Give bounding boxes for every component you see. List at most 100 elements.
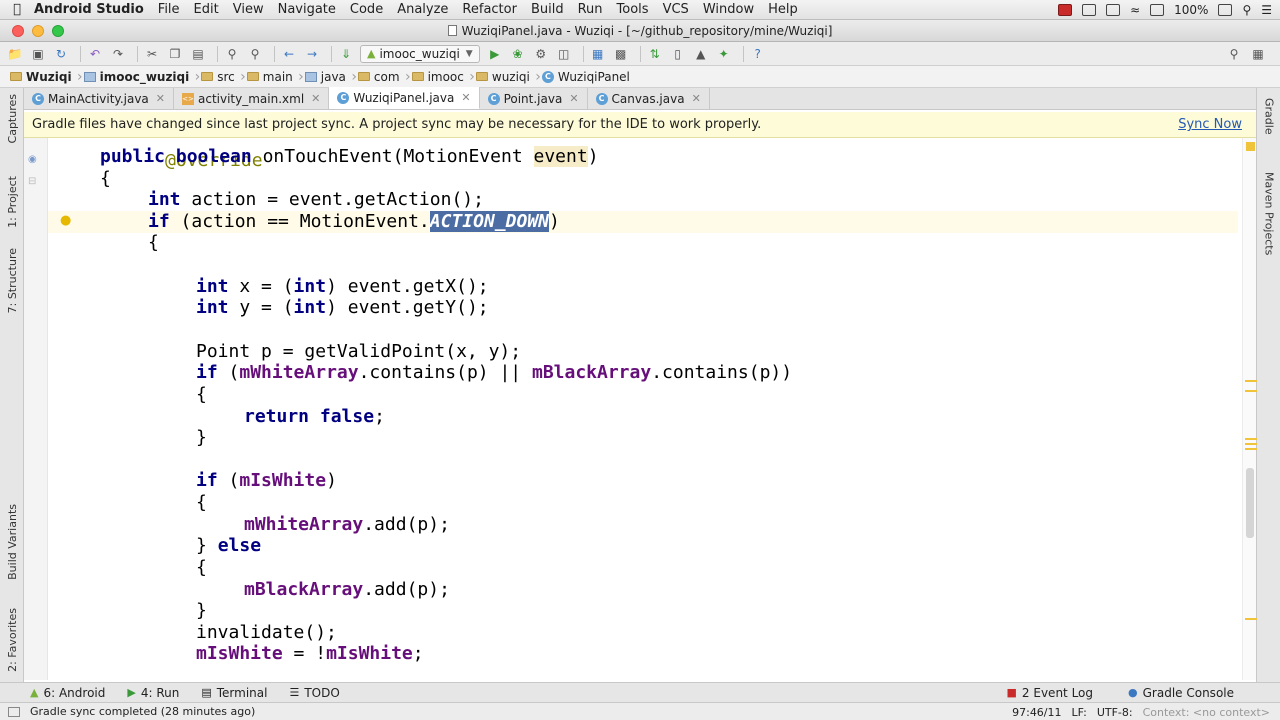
menu-edit[interactable]: Edit	[194, 2, 219, 17]
tool-gradle[interactable]: Gradle	[1257, 98, 1280, 135]
breadcrumb-item-class[interactable]: C WuziqiPanel	[538, 69, 636, 85]
bug-icon[interactable]: ❀	[509, 45, 527, 63]
tab-wuziqipanel[interactable]: C WuziqiPanel.java ✕	[329, 87, 480, 109]
tool-todo[interactable]: ☰ TODO	[289, 686, 339, 700]
code-editor[interactable]: ◉ ⊟ ● @Override public boolean onTouchEv…	[24, 138, 1256, 680]
tool-terminal[interactable]: ▤ Terminal	[201, 686, 267, 700]
breadcrumb-item-wuziqi[interactable]: wuziqi	[472, 69, 541, 85]
breadcrumb-item-module[interactable]: imooc_wuziqi	[80, 69, 200, 85]
menu-view[interactable]: View	[233, 2, 264, 17]
tool-run[interactable]: ▶ 4: Run	[127, 686, 179, 700]
error-stripe[interactable]	[1242, 138, 1257, 680]
find-icon[interactable]: ⚲	[223, 45, 241, 63]
override-marker-icon[interactable]: ◉	[28, 154, 37, 165]
paste-icon[interactable]: ▤	[189, 45, 207, 63]
android-device-icon[interactable]: ▲	[692, 45, 710, 63]
menu-window[interactable]: Window	[703, 2, 754, 17]
device-monitor-icon[interactable]: ◫	[555, 45, 573, 63]
close-window-button[interactable]	[12, 25, 24, 37]
menu-file[interactable]: File	[158, 2, 180, 17]
sync-icon[interactable]: ↻	[52, 45, 70, 63]
battery-level[interactable]: 100%	[1174, 3, 1208, 17]
tab-mainactivity[interactable]: C MainActivity.java ✕	[24, 88, 174, 109]
file-encoding[interactable]: UTF-8:	[1097, 706, 1133, 719]
back-icon[interactable]: ←	[280, 45, 298, 63]
layout-icon[interactable]: ▦	[1249, 45, 1267, 63]
menu-tools[interactable]: Tools	[617, 2, 649, 17]
notification-center-icon[interactable]: ☰	[1261, 3, 1272, 17]
sync-now-link[interactable]: Sync Now	[1178, 117, 1242, 132]
lightbulb-icon[interactable]: ●	[60, 213, 71, 228]
breadcrumb-item-main[interactable]: main	[243, 69, 304, 85]
tab-canvas[interactable]: C Canvas.java ✕	[587, 88, 710, 109]
editor-gutter[interactable]: ◉ ⊟	[24, 138, 48, 680]
android-monitor-icon[interactable]: ✦	[715, 45, 733, 63]
record-icon[interactable]	[1058, 4, 1073, 16]
line-separator[interactable]: LF:	[1072, 706, 1087, 719]
menu-build[interactable]: Build	[531, 2, 564, 17]
toggle-tool-windows-icon[interactable]	[8, 706, 20, 717]
breadcrumb-item-src[interactable]: src	[197, 69, 245, 85]
search-icon[interactable]: ⚲	[1225, 45, 1243, 63]
menu-navigate[interactable]: Navigate	[278, 2, 336, 17]
sync-gradle-icon[interactable]: ⇅	[646, 45, 664, 63]
close-icon[interactable]: ✕	[461, 91, 470, 104]
breadcrumb-item-project[interactable]: Wuziqi	[6, 69, 82, 85]
redo-icon[interactable]: ↷	[109, 45, 127, 63]
warning-marker[interactable]	[1245, 438, 1257, 440]
replace-icon[interactable]: ⚲	[246, 45, 264, 63]
tool-android[interactable]: ▲ 6: Android	[30, 686, 105, 700]
tool-favorites[interactable]: 2: Favorites	[0, 608, 24, 672]
wifi-icon[interactable]: ≈	[1130, 3, 1140, 17]
menu-run[interactable]: Run	[578, 2, 603, 17]
breadcrumb-item-com[interactable]: com	[354, 69, 410, 85]
minimize-window-button[interactable]	[32, 25, 44, 37]
close-icon[interactable]: ✕	[569, 92, 578, 105]
cut-icon[interactable]: ✂	[143, 45, 161, 63]
clock-icon[interactable]	[1106, 4, 1121, 16]
make-project-icon[interactable]: ⇓	[337, 45, 355, 63]
scrollbar-thumb[interactable]	[1246, 468, 1254, 538]
close-icon[interactable]: ✕	[156, 92, 165, 105]
app-menu[interactable]: Android Studio	[34, 2, 144, 17]
run-configuration-selector[interactable]: ▲ imooc_wuziqi ▼	[360, 44, 480, 63]
menu-analyze[interactable]: Analyze	[397, 2, 448, 17]
copy-icon[interactable]: ❐	[166, 45, 184, 63]
save-all-icon[interactable]: ▣	[29, 45, 47, 63]
tool-project[interactable]: 1: Project	[0, 176, 24, 228]
close-icon[interactable]: ✕	[692, 92, 701, 105]
close-icon[interactable]: ✕	[311, 92, 320, 105]
breadcrumb-item-imooc[interactable]: imooc	[408, 69, 475, 85]
tool-event-log[interactable]: ■ 2 Event Log	[1007, 686, 1094, 700]
tab-point[interactable]: C Point.java ✕	[479, 88, 588, 109]
tool-maven-projects[interactable]: Maven Projects	[1257, 172, 1280, 255]
caret-position[interactable]: 97:46/11	[1012, 706, 1061, 719]
warning-marker[interactable]	[1245, 443, 1257, 445]
tab-activity-main-xml[interactable]: <> activity_main.xml ✕	[174, 88, 330, 109]
battery-icon[interactable]	[1218, 4, 1233, 16]
warning-marker[interactable]	[1245, 448, 1257, 450]
maximize-window-button[interactable]	[52, 25, 64, 37]
warning-marker[interactable]	[1245, 618, 1257, 620]
warning-marker[interactable]	[1245, 390, 1257, 392]
tool-gradle-console[interactable]: ● Gradle Console	[1128, 686, 1234, 700]
skype-icon[interactable]	[1150, 4, 1165, 16]
spotlight-icon[interactable]: ⚲	[1242, 3, 1251, 17]
tool-structure[interactable]: 7: Structure	[0, 248, 24, 313]
help-icon[interactable]: ?	[749, 45, 767, 63]
tool-build-variants[interactable]: Build Variants	[0, 504, 24, 580]
undo-icon[interactable]: ↶	[86, 45, 104, 63]
open-folder-icon[interactable]: 📁	[6, 45, 24, 63]
avd-manager-icon[interactable]: ▯	[669, 45, 687, 63]
menu-vcs[interactable]: VCS	[663, 2, 689, 17]
apple-icon[interactable]: 	[0, 2, 34, 17]
sdk-manager-icon[interactable]: ▩	[612, 45, 630, 63]
menu-help[interactable]: Help	[768, 2, 798, 17]
tool-captures[interactable]: Captures	[0, 94, 24, 143]
breadcrumb-item-java[interactable]: java	[301, 69, 357, 85]
context-indicator[interactable]: Context: <no context>	[1143, 706, 1270, 719]
attach-debugger-icon[interactable]: ⚙	[532, 45, 550, 63]
menu-refactor[interactable]: Refactor	[462, 2, 517, 17]
window-icon[interactable]	[1082, 4, 1097, 16]
play-icon[interactable]: ▶	[486, 45, 504, 63]
